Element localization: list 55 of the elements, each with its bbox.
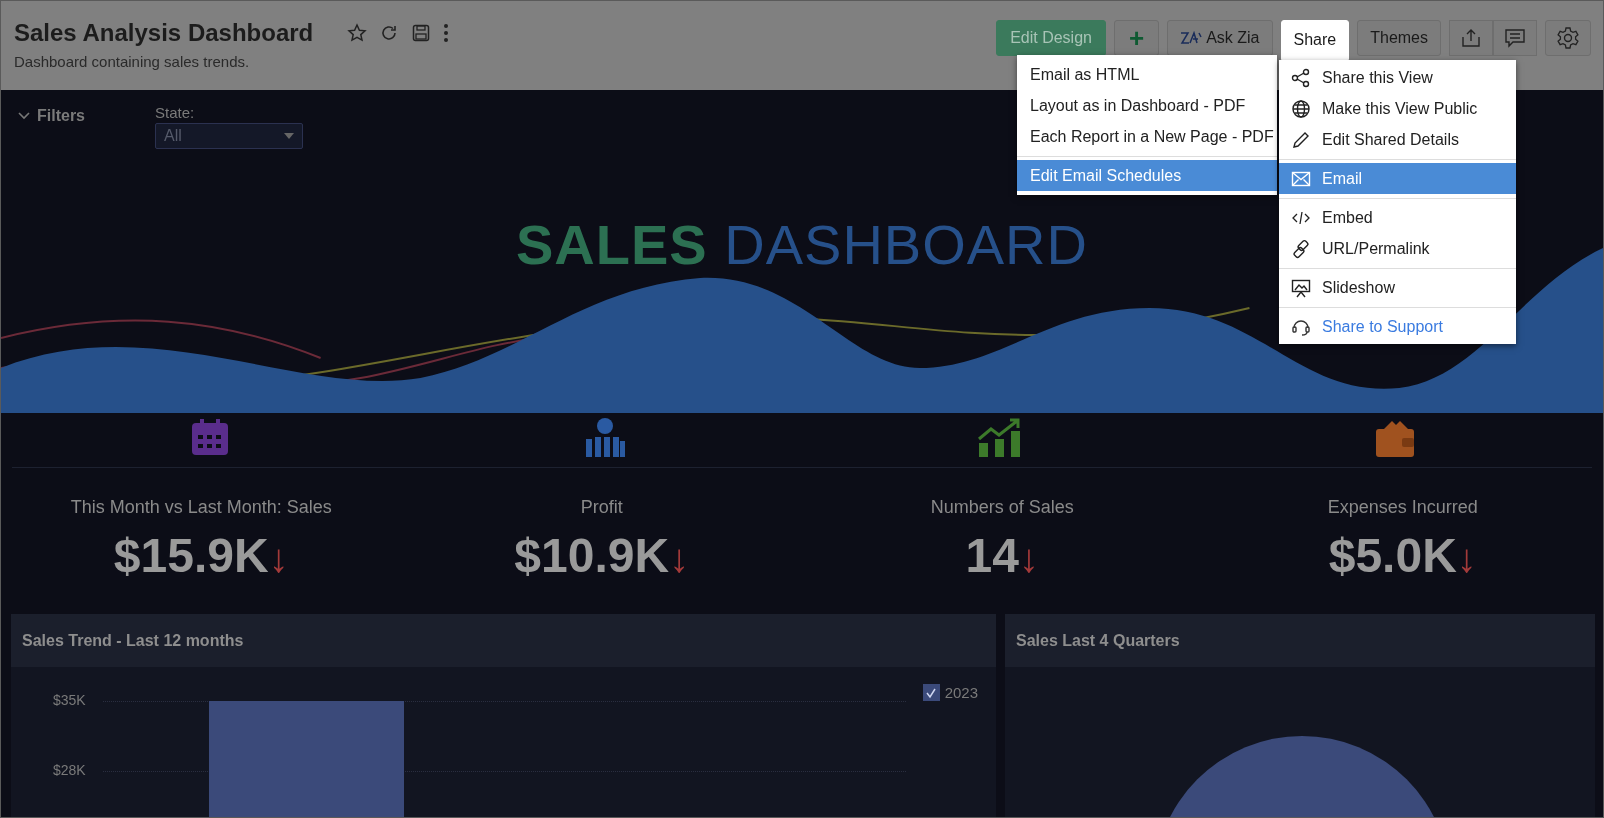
menu-item[interactable]: Embed — [1279, 202, 1516, 233]
menu-item[interactable]: Share to Support — [1279, 311, 1516, 342]
state-label: State: — [155, 104, 196, 121]
menu-item[interactable]: Edit Shared Details — [1279, 124, 1516, 155]
ask-zia-button[interactable]: Ask Zia — [1167, 20, 1273, 56]
export-icon[interactable] — [1449, 20, 1493, 56]
filters-toggle[interactable]: Filters — [17, 106, 85, 126]
more-options-icon[interactable] — [443, 23, 450, 43]
trend-arrow: ↓ — [1018, 536, 1039, 581]
kpi-value: $10.9K — [514, 528, 670, 583]
toolbar-button[interactable]: Share — [1280, 20, 1350, 60]
presentation-icon — [1291, 277, 1311, 298]
kpi-value: $5.0K — [1328, 528, 1457, 583]
menu-item[interactable]: Slideshow — [1279, 272, 1516, 303]
legend-label: 2023 — [944, 684, 978, 701]
kpi-value: 14 — [965, 528, 1019, 583]
filters-label: Filters — [37, 107, 85, 125]
share-icon — [1291, 67, 1311, 88]
money-chart-icon — [583, 417, 626, 457]
wallet-icon — [1373, 419, 1416, 457]
kpi-title: This Month vs Last Month: Sales — [69, 497, 333, 518]
kpi-title: Profit — [579, 497, 624, 518]
trend-arrow: ↓ — [669, 536, 690, 581]
trend-arrow: ↓ — [268, 536, 289, 581]
menu-item[interactable]: Layout as in Dashboard - PDF — [1017, 90, 1277, 121]
menu-item[interactable]: Share this View — [1279, 62, 1516, 93]
menu-item[interactable]: Email as HTML — [1017, 59, 1277, 90]
menu-item[interactable]: URL/Permalink — [1279, 233, 1516, 264]
menu-item[interactable]: Each Report in a New Page - PDF — [1017, 121, 1277, 152]
panel-title: Sales Last 4 Quarters — [1016, 631, 1180, 650]
menu-item[interactable]: Edit Email Schedules — [1017, 160, 1277, 191]
save-icon[interactable] — [411, 23, 432, 43]
legend-checkbox[interactable] — [922, 684, 940, 701]
trend-arrow: ↓ — [1456, 536, 1477, 581]
axis-label: $35K — [53, 692, 86, 708]
axis-label: $28K — [53, 762, 86, 778]
kpi-title: Numbers of Sales — [929, 497, 1075, 518]
link-icon — [1291, 238, 1311, 259]
menu-item[interactable]: Make this View Public — [1279, 93, 1516, 124]
dashboard-subtitle: Dashboard containing sales trends. — [14, 53, 251, 70]
panel-title: Sales Trend - Last 12 months — [22, 631, 244, 650]
kpi-value: $15.9K — [113, 528, 269, 583]
zia-logo-icon — [1180, 31, 1203, 45]
toolbar-button[interactable]: Themes — [1357, 20, 1441, 56]
kpi-title: Expenses Incurred — [1326, 497, 1479, 518]
globe-icon — [1291, 98, 1311, 119]
comment-icon[interactable] — [1493, 20, 1537, 56]
caret-icon — [284, 133, 294, 139]
dashboard-banner-title: SALES DASHBOARD — [516, 212, 1088, 277]
menu-item[interactable]: Email — [1279, 163, 1516, 194]
dashboard-title: Sales Analysis Dashboard — [14, 19, 314, 47]
settings-icon[interactable] — [1545, 20, 1591, 56]
star-icon[interactable] — [347, 23, 368, 43]
calendar-icon — [189, 417, 230, 457]
growth-chart-icon — [976, 417, 1023, 457]
